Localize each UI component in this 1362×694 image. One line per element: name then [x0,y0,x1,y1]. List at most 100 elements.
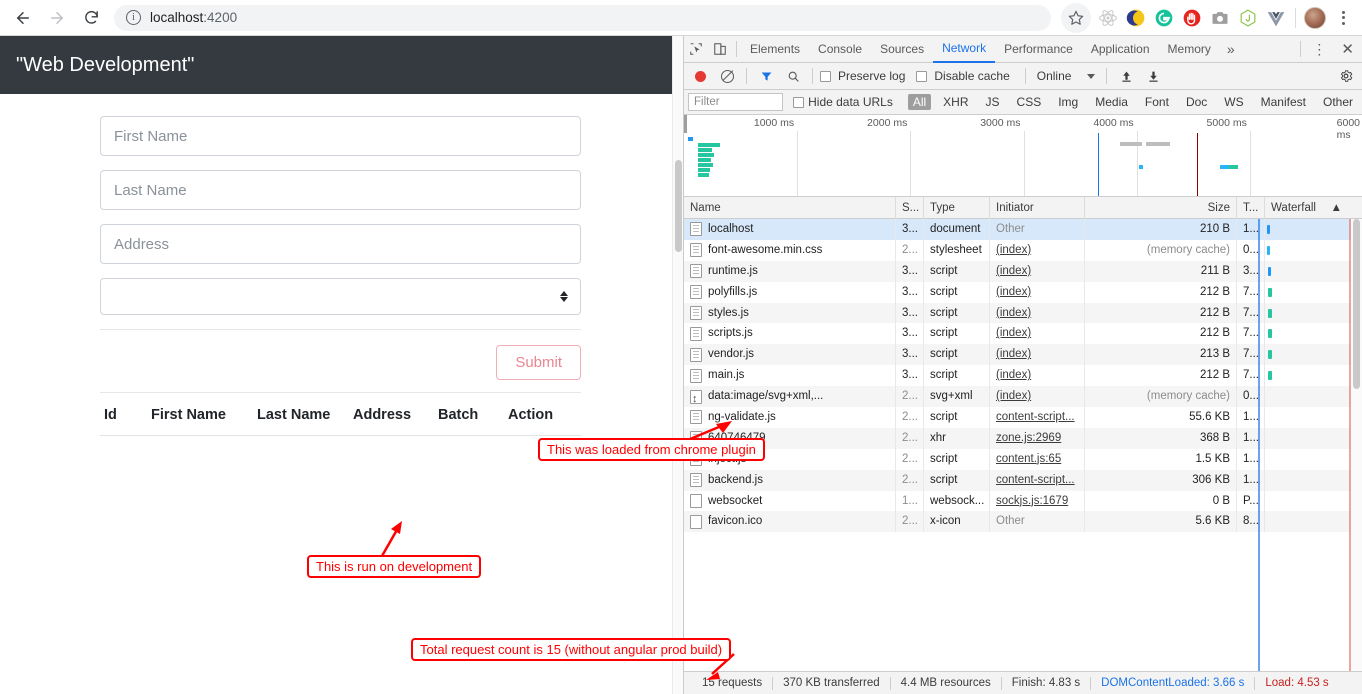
table-row[interactable]: websocket 1... websock... sockjs.js:1679 0 B… [684,490,1362,512]
request-initiator-cell[interactable]: content.js:65 [990,448,1085,470]
hide-data-urls-checkbox[interactable] [793,96,805,108]
dark-reader-extension-icon[interactable] [1125,7,1147,29]
column-header-time[interactable]: T... [1237,196,1265,219]
tab-sources[interactable]: Sources [871,36,933,62]
request-initiator-cell[interactable]: (index) [990,365,1085,387]
column-header-status[interactable]: S... [896,196,924,219]
gear-icon[interactable] [1334,64,1358,88]
request-initiator-cell[interactable]: sockjs.js:1679 [990,490,1085,512]
adblock-extension-icon[interactable] [1181,7,1203,29]
chip-img[interactable]: Img [1053,94,1083,110]
chip-other[interactable]: Other [1318,94,1358,110]
first-name-input[interactable]: First Name [100,116,581,156]
close-devtools-icon[interactable]: ✕ [1333,40,1362,58]
chip-doc[interactable]: Doc [1181,94,1212,110]
chip-media[interactable]: Media [1090,94,1133,110]
submit-button[interactable]: Submit [496,345,581,380]
request-initiator-cell[interactable]: content-script... [990,469,1085,491]
last-name-input[interactable]: Last Name [100,170,581,210]
tab-application[interactable]: Application [1082,36,1159,62]
table-row[interactable]: polyfills.js 3... script (index) 212 B 7... [684,281,1362,303]
request-name-cell[interactable]: font-awesome.min.css [684,239,896,261]
table-row[interactable]: scripts.js 3... script (index) 212 B 7... [684,323,1362,345]
table-row[interactable]: runtime.js 3... script (index) 211 B 3... [684,260,1362,282]
column-header-type[interactable]: Type [924,196,990,219]
import-har-icon[interactable] [1114,64,1138,88]
bookmark-star-icon[interactable] [1061,2,1091,33]
devtools-menu-icon[interactable]: ⋮ [1305,41,1333,58]
tab-elements[interactable]: Elements [741,36,809,62]
requests-scrollbar[interactable] [1351,219,1362,671]
preserve-log-checkbox[interactable] [820,70,831,82]
export-har-icon[interactable] [1141,64,1165,88]
request-name-cell[interactable]: vendor.js [684,344,896,366]
tab-performance[interactable]: Performance [995,36,1082,62]
disable-cache-checkbox[interactable] [916,70,928,82]
chip-ws[interactable]: WS [1219,94,1248,110]
request-initiator-cell[interactable]: content-script... [990,407,1085,428]
table-row[interactable]: localhost 3... document Other 210 B 1... [684,219,1362,240]
chip-all[interactable]: All [907,94,932,110]
column-header-size[interactable]: Size [1085,196,1237,219]
chip-manifest[interactable]: Manifest [1256,94,1311,110]
table-row[interactable]: main.js 3... script (index) 212 B 7... [684,365,1362,387]
column-header-initiator[interactable]: Initiator [990,196,1085,219]
request-initiator-cell[interactable]: zone.js:2969 [990,427,1085,449]
request-initiator-cell[interactable]: (index) [990,302,1085,324]
batch-select[interactable] [100,278,581,315]
address-input[interactable]: Address [100,224,581,264]
table-row[interactable]: font-awesome.min.css 2... stylesheet (index… [684,239,1362,261]
request-name-cell[interactable]: backend.js [684,469,896,491]
page-scrollbar-thumb[interactable] [675,160,682,252]
request-name-cell[interactable]: runtime.js [684,260,896,282]
request-name-cell[interactable]: favicon.ico [684,511,896,533]
chrome-menu-kebab-icon[interactable] [1330,5,1356,31]
request-name-cell[interactable]: websocket [684,490,896,512]
table-row[interactable]: data:image/svg+xml,... 2...svg+xml(index)… [684,386,1362,408]
tab-console[interactable]: Console [809,36,871,62]
request-initiator-cell[interactable]: (index) [990,386,1085,408]
profile-avatar[interactable] [1304,6,1326,29]
chip-xhr[interactable]: XHR [938,94,973,110]
request-name-cell[interactable]: styles.js [684,302,896,324]
screenshot-extension-icon[interactable] [1209,7,1231,29]
record-button[interactable] [688,64,712,88]
page-scrollbar[interactable] [672,36,683,694]
table-row[interactable]: 6407464792...xhrzone.js:2969368 B1... [684,427,1362,449]
filter-input[interactable]: Filter [688,93,784,111]
table-row[interactable]: vendor.js 3... script (index) 213 B 7... [684,344,1362,366]
tab-memory[interactable]: Memory [1159,36,1220,62]
device-toolbar-icon[interactable] [708,37,732,61]
inspect-element-icon[interactable] [684,37,708,61]
grammarly-extension-icon[interactable] [1153,7,1175,29]
request-initiator-cell[interactable]: (index) [990,281,1085,303]
forward-button[interactable] [40,1,74,35]
nodejs-extension-icon[interactable] [1237,7,1259,29]
chip-js[interactable]: JS [981,94,1005,110]
more-tabs-icon[interactable]: » [1220,41,1242,57]
request-initiator-cell[interactable]: (index) [990,323,1085,345]
chip-font[interactable]: Font [1140,94,1174,110]
request-name-cell[interactable]: data:image/svg+xml,... [684,386,896,408]
tab-network[interactable]: Network [933,36,996,63]
requests-list[interactable]: localhost 3... document Other 210 B 1... font-… [684,219,1362,671]
back-button[interactable] [6,1,40,35]
table-row[interactable]: styles.js 3... script (index) 212 B 7... [684,302,1362,324]
requests-scrollbar-thumb[interactable] [1353,219,1360,389]
throttling-select[interactable]: Online [1037,69,1096,83]
reload-button[interactable] [74,1,108,35]
vue-devtools-extension-icon[interactable] [1265,7,1287,29]
table-row[interactable]: inject.js2...scriptcontent.js:651.5 KB1.… [684,448,1362,470]
request-name-cell[interactable]: polyfills.js [684,281,896,303]
address-bar[interactable]: i localhost:4200 [114,4,1051,31]
request-initiator-cell[interactable]: (index) [990,239,1085,261]
table-row[interactable]: backend.js 2... script content-script... 306… [684,469,1362,491]
network-overview-timeline[interactable]: 1000 ms 2000 ms 3000 ms 4000 ms 5000 ms 6000 … [684,115,1362,197]
search-icon[interactable] [781,64,805,88]
chip-css[interactable]: CSS [1012,94,1047,110]
react-devtools-extension-icon[interactable] [1097,7,1119,29]
request-initiator-cell[interactable]: (index) [990,344,1085,366]
request-name-cell[interactable]: scripts.js [684,323,896,345]
column-header-waterfall[interactable]: Waterfall ▲ [1265,197,1362,219]
request-initiator-cell[interactable]: (index) [990,260,1085,282]
